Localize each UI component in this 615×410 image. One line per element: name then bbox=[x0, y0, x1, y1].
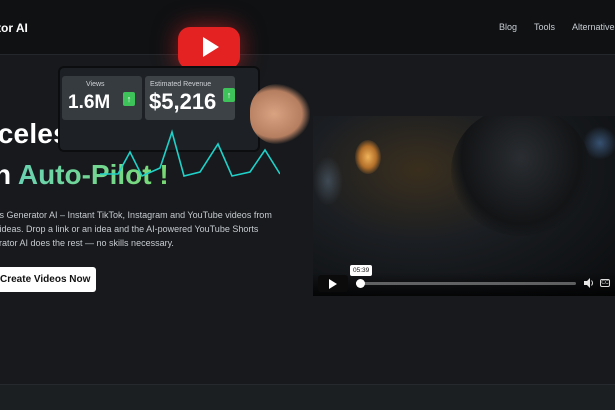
views-label: Views bbox=[86, 81, 105, 88]
next-section-edge bbox=[0, 384, 615, 410]
hero-description: rts Generator AI – Instant TikTok, Insta… bbox=[0, 208, 304, 250]
hero-title-prefix: n bbox=[0, 159, 12, 190]
play-button[interactable] bbox=[318, 275, 348, 292]
arrow-up-icon: ↑ bbox=[223, 88, 235, 102]
arrow-up-icon: ↑ bbox=[123, 92, 135, 106]
presenter-silhouette bbox=[451, 116, 591, 236]
video-progress-bar[interactable] bbox=[356, 282, 576, 285]
nav-link-alternatives[interactable]: Alternatives bbox=[572, 22, 615, 32]
nav-link-tools[interactable]: Tools bbox=[534, 22, 555, 32]
captions-icon[interactable]: CC bbox=[600, 279, 610, 287]
lamp-glow bbox=[355, 140, 381, 174]
waveform-graphic bbox=[100, 129, 280, 178]
volume-icon[interactable] bbox=[583, 277, 595, 289]
video-time-tooltip: 05:39 bbox=[350, 265, 373, 276]
nav-links: Blog Tools Alternatives bbox=[0, 22, 615, 36]
revenue-label: Estimated Revenue bbox=[150, 81, 212, 88]
nav-link-blog[interactable]: Blog bbox=[499, 22, 517, 32]
background-bokeh bbox=[313, 156, 343, 206]
views-value: 1.6M bbox=[68, 92, 111, 113]
hero-description-line: r ideas. Drop a link or an idea and the … bbox=[0, 224, 259, 234]
hero-description-line: erator AI does the rest — no skills nece… bbox=[0, 238, 174, 248]
youtube-play-icon bbox=[203, 37, 219, 57]
hero-description-line: rts Generator AI – Instant TikTok, Insta… bbox=[0, 210, 272, 220]
top-navbar: tor AI Blog Tools Alternatives bbox=[0, 0, 615, 55]
create-videos-button[interactable]: Create Videos Now bbox=[0, 267, 96, 292]
revenue-value: $5,216 bbox=[149, 89, 217, 114]
